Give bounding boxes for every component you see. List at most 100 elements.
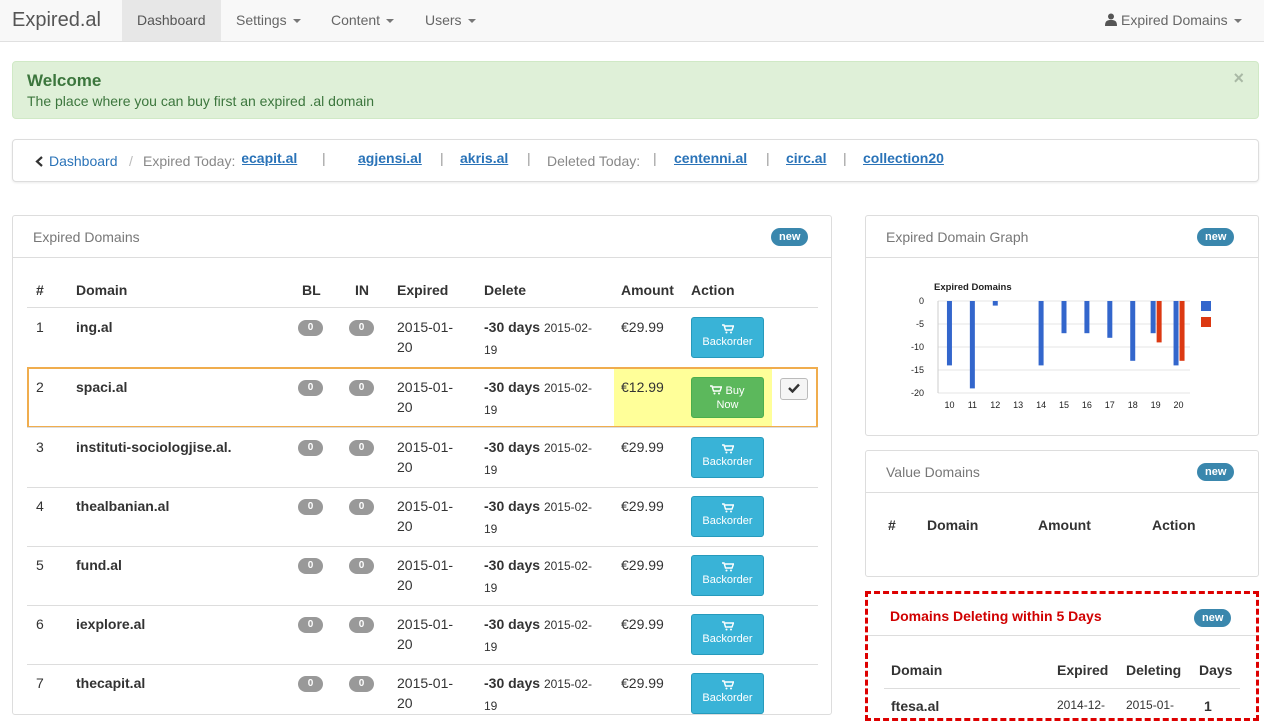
domain-name[interactable]: ing.al — [76, 319, 113, 335]
in-badge: 0 — [349, 617, 374, 633]
bl-badge: 0 — [298, 380, 323, 396]
in-badge: 0 — [349, 320, 374, 336]
bl-badge: 0 — [298, 617, 323, 633]
backorder-button[interactable]: Backorder — [691, 496, 764, 537]
deleting-soon-panel: Domains Deleting within 5 Days new Domai… — [865, 591, 1259, 721]
nav-content[interactable]: Content — [316, 0, 409, 41]
backorder-button[interactable]: Backorder — [691, 555, 764, 596]
nav-dashboard-label: Dashboard — [137, 12, 206, 28]
caret-down-icon — [1233, 19, 1242, 24]
backorder-button[interactable]: Backorder — [691, 614, 764, 655]
in-badge: 0 — [349, 380, 374, 396]
new-badge: new — [1197, 463, 1235, 481]
amount: €29.99 — [621, 557, 664, 573]
breadcrumb-separator: / — [129, 153, 133, 169]
chart-bar — [1038, 301, 1044, 366]
bl-badge: 0 — [298, 676, 323, 692]
domain-name[interactable]: fund.al — [76, 557, 122, 573]
column-header: Amount — [1038, 517, 1091, 533]
expired-date: 2015-01- 20 — [397, 319, 454, 355]
x-tick-label: 20 — [1174, 400, 1184, 410]
delete-info: -30 days 2015-02- 19 — [484, 616, 592, 654]
backorder-button[interactable]: Backorder — [691, 437, 764, 478]
expired-date: 2015-01- 20 — [397, 557, 454, 593]
table-row: 1 ing.al 0 0 2015-01- 20 -30 days 2015-02… — [27, 307, 818, 367]
in-badge: 0 — [349, 558, 374, 574]
deleted-today-link[interactable]: circ.al — [786, 150, 826, 166]
column-header: Amount — [621, 282, 674, 298]
divider: | — [322, 150, 326, 166]
amount: €29.99 — [621, 616, 664, 632]
deleted-today-link[interactable]: collection20 — [863, 150, 944, 166]
expired-today-link[interactable]: akris.al — [460, 150, 508, 166]
table-row: 4 thealbanian.al 0 0 2015-01- 20 -30 days… — [27, 487, 818, 546]
legend-swatch — [1201, 317, 1211, 327]
chart-bar — [969, 301, 975, 389]
expired-date: 2015-01- 20 — [397, 379, 454, 415]
domain-name[interactable]: thecapit.al — [76, 675, 145, 691]
days-left: 1 — [1204, 698, 1212, 714]
divider: | — [843, 150, 847, 166]
brand-logo[interactable]: Expired.al — [12, 9, 101, 32]
table-row: 6 iexplore.al 0 0 2015-01- 20 -30 days 20… — [27, 605, 818, 664]
x-tick-label: 10 — [944, 400, 954, 410]
column-header: Action — [1152, 517, 1196, 533]
x-tick-label: 16 — [1082, 400, 1092, 410]
x-tick-label: 12 — [990, 400, 1000, 410]
chart-bar — [1130, 301, 1136, 361]
nav-dashboard[interactable]: Dashboard — [122, 0, 221, 41]
deleted-today-link[interactable]: centenni.al — [674, 150, 747, 166]
expired-today-label: Expired Today: — [143, 153, 236, 169]
expired-today-link[interactable]: thecapit.al — [242, 150, 297, 166]
column-header: Domain — [927, 517, 979, 533]
nav-users[interactable]: Users — [410, 0, 491, 41]
table-row-selected: 2 spaci.al 0 0 2015-01- 20 -30 days 2015-… — [27, 367, 818, 428]
breadcrumb-home-label: Dashboard — [49, 153, 118, 169]
chart-bar — [1173, 301, 1179, 366]
user-name: Expired Domains — [1121, 12, 1228, 28]
panel-title: Value Domains — [886, 464, 980, 480]
check-icon — [788, 383, 800, 394]
top-navbar: Expired.al Dashboard Settings Content Us… — [0, 0, 1264, 42]
delete-info: -30 days 2015-02- 19 — [484, 498, 592, 536]
table-row: 7 thecapit.al 0 0 2015-01- 20 -30 days 20… — [27, 664, 818, 723]
panel-title: Domains Deleting within 5 Days — [890, 608, 1102, 624]
check-button[interactable] — [780, 378, 808, 400]
cart-icon — [721, 680, 734, 690]
caret-down-icon — [467, 19, 476, 24]
column-header: Days — [1199, 662, 1233, 678]
row-number: 2 — [36, 379, 44, 395]
expired-today-link[interactable]: agjensi.al — [358, 150, 422, 166]
domain-name[interactable]: instituti-sociologjise.al. — [76, 439, 232, 455]
domain-name[interactable]: spaci.al — [76, 379, 127, 395]
amount: €29.99 — [621, 439, 664, 455]
y-tick-label: -10 — [911, 342, 924, 352]
domain-name[interactable]: ftesa.al — [891, 698, 939, 714]
chart-bar — [1061, 301, 1067, 334]
domain-name[interactable]: thealbanian.al — [76, 498, 169, 514]
chart-bar — [1150, 301, 1156, 334]
x-tick-label: 11 — [968, 400, 977, 410]
expired-date: 2015-01- 20 — [397, 439, 454, 475]
user-icon — [1105, 13, 1117, 26]
backorder-button[interactable]: Backorder — [691, 317, 764, 358]
bl-badge: 0 — [298, 558, 323, 574]
panel-heading: Domains Deleting within 5 Days new — [868, 594, 1256, 636]
buy-now-button[interactable]: Buy Now — [691, 377, 764, 418]
chart-title: Expired Domains — [934, 282, 1012, 293]
row-number: 6 — [36, 616, 44, 632]
nav-user-menu[interactable]: Expired Domains — [1090, 0, 1257, 41]
cart-icon — [721, 503, 734, 513]
column-header: Delete — [484, 282, 527, 298]
nav-settings[interactable]: Settings — [221, 0, 316, 41]
delete-info: -30 days 2015-02- 19 — [484, 379, 592, 417]
breadcrumb-home[interactable]: Dashboard — [35, 153, 118, 169]
welcome-alert: Welcome The place where you can buy firs… — [12, 61, 1259, 119]
value-domains-panel: Value Domains new # Domain Amount Action — [865, 450, 1259, 577]
chart-bar — [946, 301, 952, 366]
row-number: 1 — [36, 319, 44, 335]
domain-name[interactable]: iexplore.al — [76, 616, 145, 632]
delete-info: -30 days 2015-02- 19 — [484, 675, 592, 713]
expired-date: 2014-12- — [1057, 698, 1106, 712]
close-icon[interactable]: × — [1233, 68, 1244, 89]
